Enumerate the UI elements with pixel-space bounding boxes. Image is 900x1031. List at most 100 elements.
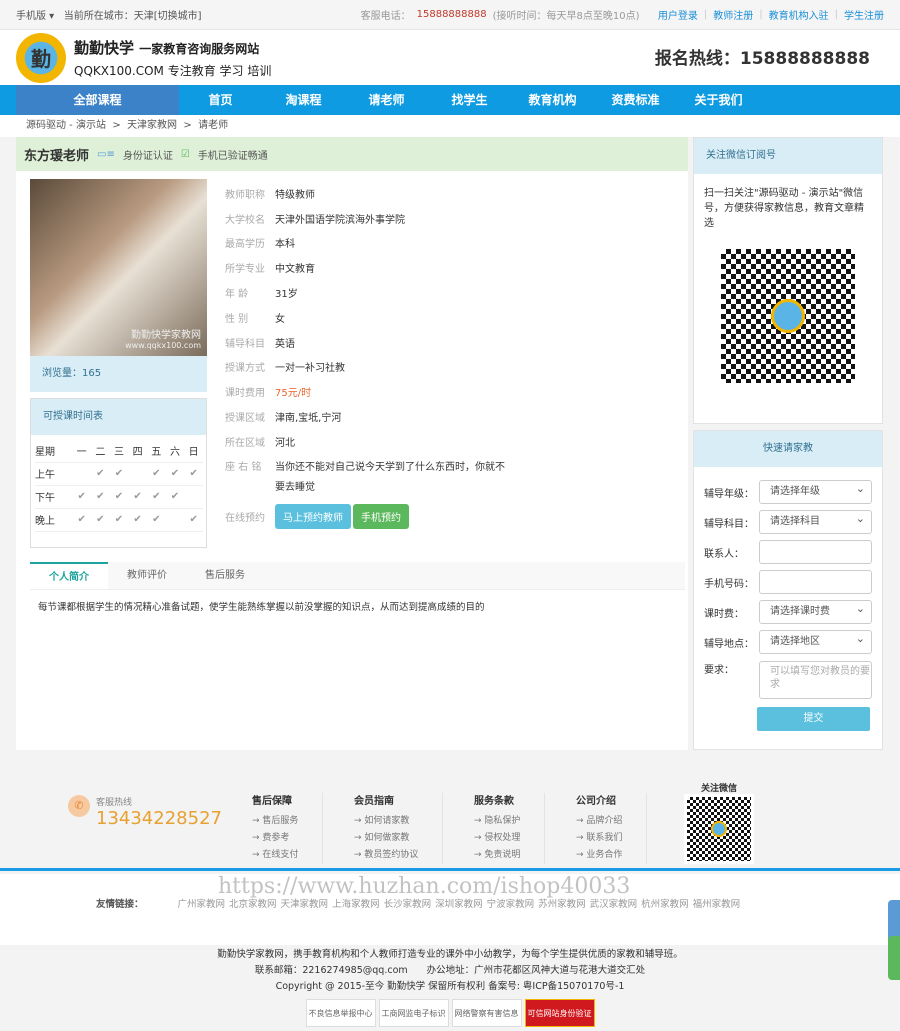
wechat-qr-code xyxy=(715,243,861,389)
requirement-label: 要求： xyxy=(704,665,734,676)
schedule-header-cell: 一 xyxy=(72,439,91,463)
current-city: 当前所在城市：天津 xyxy=(63,11,154,22)
submit-button[interactable]: 提交 xyxy=(757,707,870,731)
friend-link[interactable]: 深圳家教网 xyxy=(435,896,483,910)
info-label: 课时费用 xyxy=(225,388,265,400)
friend-link[interactable]: 天津家教网 xyxy=(281,896,329,910)
form-select[interactable]: 请选择课时费 xyxy=(759,598,872,624)
form-label: 课时费： xyxy=(704,608,744,620)
footer-link[interactable]: → 在线支付 xyxy=(252,847,298,864)
footer-column-title: 公司介绍 xyxy=(576,796,616,807)
friend-link[interactable]: 苏州家教网 xyxy=(538,896,586,910)
nav-find-student[interactable]: 找学生 xyxy=(428,85,511,115)
photo-watermark: 勤勤快学家教网 xyxy=(131,330,201,341)
form-input[interactable] xyxy=(759,540,872,564)
schedule-row-label: 上午 xyxy=(35,462,73,486)
friend-link[interactable]: 武汉家教网 xyxy=(590,896,638,910)
site-info: 勤勤快学家教网，携手教育机构和个人教师打造专业的课外中小幼教学，为每个学生提供优… xyxy=(0,945,900,1027)
friend-link[interactable]: 广州家教网 xyxy=(178,896,226,910)
form-input[interactable] xyxy=(759,570,872,594)
schedule-row: 晚上 ✔ ✔ ✔ ✔ ✔ ✔ xyxy=(35,508,203,532)
info-row: 大学校名 天津外国语学院滨海外事学院 xyxy=(225,206,510,231)
booking-label: 在线预约 xyxy=(225,512,265,524)
friend-link[interactable]: 北京家教网 xyxy=(229,896,277,910)
info-label: 辅导科目 xyxy=(225,338,265,350)
mobile-version-link[interactable]: 手机版 ▾ xyxy=(16,7,54,22)
nav-pricing[interactable]: 资费标准 xyxy=(594,85,677,115)
friend-link[interactable]: 杭州家教网 xyxy=(641,896,689,910)
photo-url-watermark: www.qqkx100.com xyxy=(125,341,201,350)
tab-after-sales[interactable]: 售后服务 xyxy=(186,562,264,589)
nav-home[interactable]: 首页 xyxy=(179,85,262,115)
badge-trusted-site[interactable]: 可信网站身份验证 xyxy=(524,999,595,1027)
footer-column-title: 售后保障 xyxy=(252,796,292,807)
friend-link[interactable]: 上海家教网 xyxy=(332,896,380,910)
requirement-textarea[interactable]: 可以填写您对教员的要求 xyxy=(759,661,872,699)
footer-link[interactable]: → 售后服务 xyxy=(252,813,298,830)
teacher-register-link[interactable]: 教师注册 xyxy=(713,7,753,22)
breadcrumb-home[interactable]: 源码驱动 - 演示站 xyxy=(26,120,106,131)
schedule-header-cell: 六 xyxy=(165,439,185,463)
info-label: 大学校名 xyxy=(225,214,265,226)
site-logo[interactable]: 勤 xyxy=(16,32,66,83)
user-login-link[interactable]: 用户登录 xyxy=(658,7,698,22)
motto-label: 座 右 铭 xyxy=(225,461,262,473)
site-domain: QQKX100.COM 专注教育 学习 培训 xyxy=(74,63,272,78)
nav-about[interactable]: 关于我们 xyxy=(677,85,760,115)
nav-find-teacher[interactable]: 请老师 xyxy=(345,85,428,115)
footer-link[interactable]: → 侵权处理 xyxy=(474,830,520,847)
form-select[interactable]: 请选择年级 xyxy=(759,478,872,504)
badge-cyber-police[interactable]: 网络警察有害信息 xyxy=(451,999,522,1027)
info-value: 一对一补习社教 xyxy=(275,363,345,375)
footer-link[interactable]: → 教员签约协议 xyxy=(354,847,418,864)
footer-link[interactable]: → 联系我们 xyxy=(576,830,622,847)
badge-report-center[interactable]: 不良信息举报中心 xyxy=(305,999,376,1027)
tab-profile[interactable]: 个人简介 xyxy=(30,562,108,589)
footer-link[interactable]: → 隐私保护 xyxy=(474,813,520,830)
available-check-icon: ✔ xyxy=(128,508,147,532)
mobile-book-button[interactable]: 手机预约 xyxy=(353,503,409,529)
float-wechat-button[interactable] xyxy=(888,936,900,980)
footer-column: 售后保障 → 售后服务 → 费参考 → 在线支付 xyxy=(252,793,324,864)
info-row: 所学专业 中文教育 xyxy=(225,255,510,280)
badge-business-license[interactable]: 工商网监电子标识 xyxy=(378,999,449,1027)
form-row: 手机号码： xyxy=(704,567,872,597)
info-value: 中文教育 xyxy=(275,264,315,276)
form-select[interactable]: 请选择科目 xyxy=(759,508,872,534)
student-register-link[interactable]: 学生注册 xyxy=(844,7,884,22)
nav-all-courses[interactable]: 全部课程 xyxy=(16,85,179,115)
form-select[interactable]: 请选择地区 xyxy=(759,628,872,654)
switch-city-link[interactable]: [切换城市] xyxy=(154,7,202,22)
info-value: 天津外国语学院滨海外事学院 xyxy=(275,214,405,226)
footer-link[interactable]: → 如何做家教 xyxy=(354,830,418,847)
teacher-name: 东方瑗老师 xyxy=(24,148,90,164)
footer-link[interactable]: → 费参考 xyxy=(252,830,298,847)
friend-link[interactable]: 长沙家教网 xyxy=(384,896,432,910)
footer-link[interactable]: → 品牌介绍 xyxy=(576,813,622,830)
friend-link[interactable]: 福州家教网 xyxy=(693,896,741,910)
about-text: 勤勤快学家教网，携手教育机构和个人教师打造专业的课外中小幼教学，为每个学生提供优… xyxy=(217,949,683,960)
schedule-panel: 可授课时间表 星期一二三四五六日上午 ✔ ✔ ✔ ✔ ✔ 下午 ✔ ✔ ✔ ✔ ✔ ✔ 晚上 ✔ ✔ ✔ ✔ ✔ ✔ xyxy=(30,398,207,548)
institution-join-link[interactable]: 教育机构入驻 xyxy=(769,7,829,22)
info-row: 授课方式 一对一补习社教 xyxy=(225,355,510,380)
tab-reviews[interactable]: 教师评价 xyxy=(108,562,186,589)
footer-link[interactable]: → 如何请家教 xyxy=(354,813,418,830)
friend-link[interactable]: 宁波家教网 xyxy=(487,896,535,910)
breadcrumb-city[interactable]: 天津家教网 xyxy=(127,120,177,131)
footer-link[interactable]: → 免责说明 xyxy=(474,847,520,864)
nav-courses[interactable]: 淘课程 xyxy=(262,85,345,115)
footer-link[interactable]: → 业务合作 xyxy=(576,847,622,864)
available-check-icon: ✔ xyxy=(109,462,129,486)
schedule-header-row: 星期一二三四五六日 xyxy=(35,439,203,463)
info-value: 本科 xyxy=(275,239,295,251)
available-check-icon: ✔ xyxy=(90,462,110,486)
nav-institutions[interactable]: 教育机构 xyxy=(511,85,594,115)
service-hours: (接听时间：每天早8点至晚10点) xyxy=(492,11,640,22)
teacher-info: 教师职称 特级教师 大学校名 天津外国语学院滨海外事学院 最高学历 本科 所学专业 中文教育年… xyxy=(225,181,510,529)
info-label: 授课区域 xyxy=(225,413,265,425)
footer-column: 会员指南 → 如何请家教 → 如何做家教 → 教员签约协议 xyxy=(354,793,444,864)
info-value: 31岁 xyxy=(275,289,298,301)
book-teacher-button[interactable]: 马上预约教师 xyxy=(275,503,351,529)
breadcrumb: 源码驱动 - 演示站 > 天津家教网 > 请老师 xyxy=(0,115,900,137)
links-label: 友情链接： xyxy=(96,899,144,910)
